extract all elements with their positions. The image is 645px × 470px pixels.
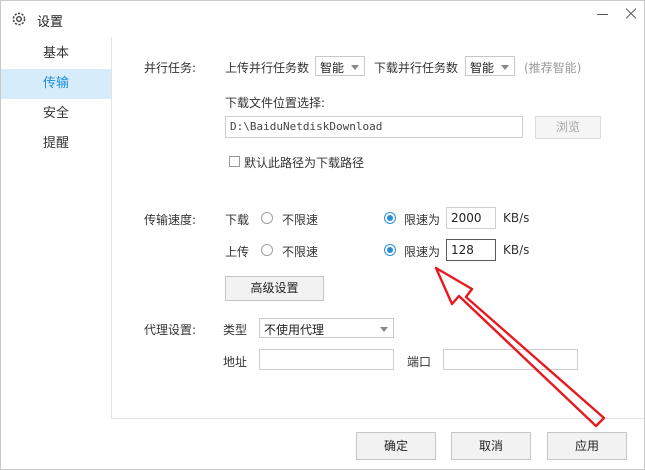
download-unit-label: KB/s <box>503 211 530 225</box>
proxy-port-input[interactable] <box>443 349 578 370</box>
chevron-down-icon <box>351 65 359 70</box>
default-path-checkbox[interactable] <box>229 156 240 167</box>
sidebar-item-security[interactable]: 安全 <box>1 99 111 129</box>
settings-sidebar: 基本 传输 安全 提醒 <box>1 37 112 467</box>
proxy-type-select[interactable]: 不使用代理 <box>259 318 394 338</box>
parallel-tasks-label: 并行任务: <box>144 61 197 75</box>
download-limit-input[interactable]: 2000 <box>446 207 496 229</box>
upload-limit-radio[interactable] <box>384 244 396 256</box>
close-button[interactable] <box>620 5 642 23</box>
gear-icon <box>12 12 26 26</box>
cancel-button[interactable]: 取消 <box>451 432 531 460</box>
proxy-type-value: 不使用代理 <box>264 323 325 337</box>
download-parallel-label: 下载并行任务数 <box>374 61 459 75</box>
download-unlimited-radio[interactable] <box>261 212 273 224</box>
proxy-settings-label: 代理设置: <box>144 323 197 337</box>
upload-speed-label: 上传 <box>225 245 250 259</box>
upload-unit-label: KB/s <box>503 243 530 257</box>
download-location-label: 下载文件位置选择: <box>225 96 326 110</box>
browse-button[interactable]: 浏览 <box>535 116 601 139</box>
upload-limit-input[interactable]: 128 <box>446 239 496 261</box>
upload-limit-label: 限速为 <box>404 245 441 259</box>
title-bar: 设置 <box>1 1 644 37</box>
upload-parallel-label: 上传并行任务数 <box>225 61 310 75</box>
sidebar-item-basic[interactable]: 基本 <box>1 39 111 69</box>
download-parallel-value: 智能 <box>470 61 495 75</box>
sidebar-item-transfer[interactable]: 传输 <box>1 69 111 99</box>
download-speed-label: 下载 <box>225 213 250 227</box>
default-path-label: 默认此路径为下载路径 <box>244 156 365 170</box>
advanced-settings-button[interactable]: 高级设置 <box>225 276 324 301</box>
download-limit-radio[interactable] <box>384 212 396 224</box>
settings-window: 设置 基本 传输 安全 提醒 并行任务: 上传并行任务数 智能 下载并行任务数 … <box>0 0 645 470</box>
proxy-address-input[interactable] <box>259 349 394 370</box>
parallel-hint: (推荐智能) <box>524 61 582 75</box>
apply-button[interactable]: 应用 <box>547 432 627 460</box>
minimize-button[interactable] <box>592 5 614 23</box>
download-parallel-select[interactable]: 智能 <box>465 56 515 76</box>
download-limit-label: 限速为 <box>404 213 441 227</box>
sidebar-item-reminder[interactable]: 提醒 <box>1 129 111 159</box>
upload-parallel-value: 智能 <box>320 61 345 75</box>
download-unlimited-label: 不限速 <box>282 213 319 227</box>
upload-parallel-select[interactable]: 智能 <box>315 56 365 76</box>
upload-unlimited-label: 不限速 <box>282 245 319 259</box>
proxy-type-label: 类型 <box>223 323 248 337</box>
proxy-address-label: 地址 <box>223 355 248 369</box>
transfer-speed-label: 传输速度: <box>144 213 197 227</box>
ok-button[interactable]: 确定 <box>356 432 436 460</box>
download-path-field[interactable]: D:\BaiduNetdiskDownload <box>225 116 523 138</box>
window-title: 设置 <box>37 15 64 30</box>
proxy-port-label: 端口 <box>407 355 432 369</box>
chevron-down-icon <box>380 327 388 332</box>
upload-unlimited-radio[interactable] <box>261 244 273 256</box>
chevron-down-icon <box>501 65 509 70</box>
